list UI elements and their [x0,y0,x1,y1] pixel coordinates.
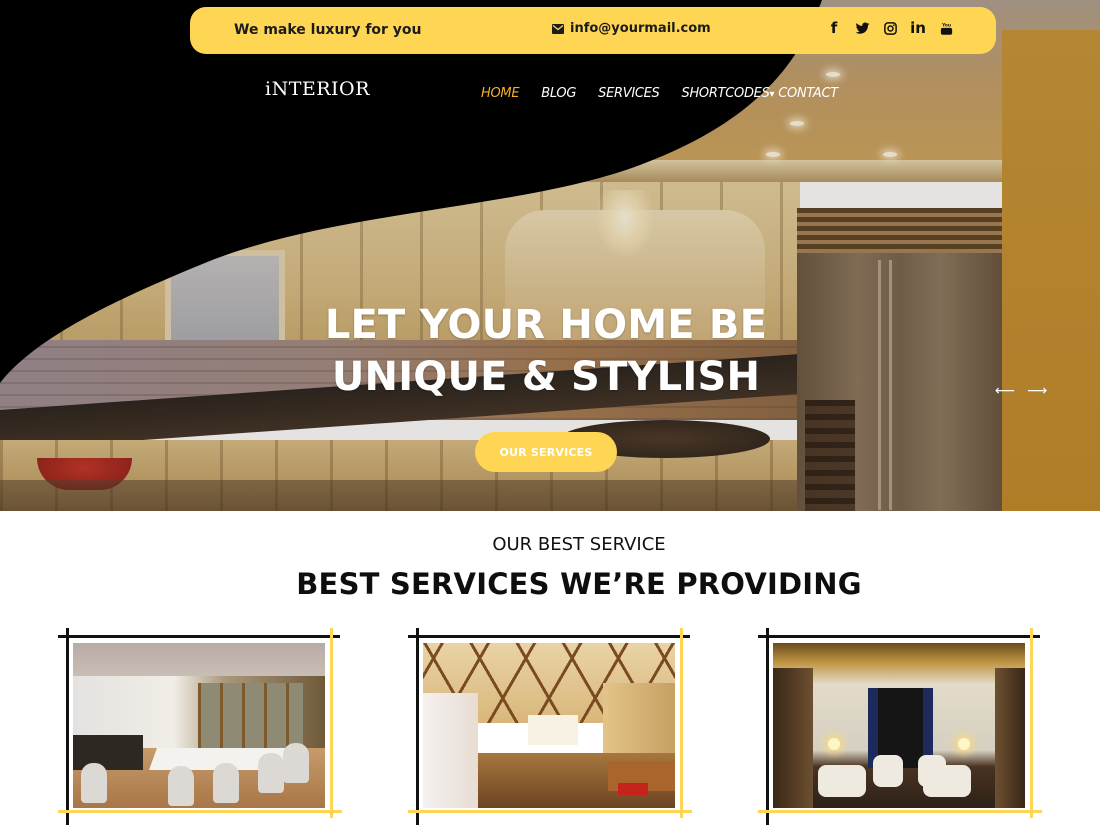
service-card[interactable] [58,625,348,825]
facebook-icon[interactable]: f [826,18,842,38]
email-link[interactable]: info@yourmail.com [570,21,711,36]
slider-prev-arrow-icon[interactable]: ⟵ [995,384,1015,398]
linkedin-icon[interactable]: in [910,18,926,38]
our-services-button[interactable]: OUR SERVICES [475,432,617,472]
site-logo[interactable]: iNTERIOR [265,78,370,100]
nav-home[interactable]: HOME [481,86,520,101]
hero-title-line1: LET YOUR HOME BE [324,302,768,348]
frame-line [1030,628,1033,818]
frame-line [758,635,1040,638]
service-card[interactable] [408,625,698,825]
nav-contact[interactable]: CONTACT [778,86,838,101]
coffered-ceiling-hall-photo [423,643,675,808]
services-subtitle: OUR BEST SERVICE [492,534,666,555]
hero-section: LET YOUR HOME BE UNIQUE & STYLISH OUR SE… [0,0,1100,511]
nav-blog[interactable]: BLOG [541,86,576,101]
email-contact[interactable]: info@yourmail.com [552,21,711,36]
main-nav: HOME BLOG SERVICES SHORTCODES▾ CONTACT [481,86,860,101]
frame-line [408,635,690,638]
youtube-icon[interactable]: You [938,18,954,38]
frame-line [66,628,69,825]
hero-title-line2: UNIQUE & STYLISH [331,354,761,400]
slider-arrows: ⟵ ⟶ [995,384,1047,398]
frame-line [58,635,340,638]
service-card[interactable] [758,625,1048,825]
frame-line [330,628,333,818]
envelope-icon [552,23,564,34]
services-title: BEST SERVICES WE’RE PROVIDING [296,567,862,601]
hero-title: LET YOUR HOME BE UNIQUE & STYLISH [250,299,842,403]
frame-line [416,628,419,825]
nav-services[interactable]: SERVICES [598,86,660,101]
frame-line [680,628,683,818]
classic-living-room-photo [773,643,1025,808]
twitter-icon[interactable] [854,18,870,38]
tagline: We make luxury for you [234,22,422,38]
frame-line [58,810,342,813]
nav-shortcodes[interactable]: SHORTCODES▾ [682,86,775,101]
frame-line [766,628,769,825]
svg-text:You: You [941,22,951,28]
frame-line [408,810,692,813]
dropdown-caret-icon: ▾ [769,89,775,100]
frame-line [758,810,1042,813]
top-info-bar: We make luxury for you info@yourmail.com… [190,7,996,54]
instagram-icon[interactable] [882,18,898,38]
slider-next-arrow-icon[interactable]: ⟶ [1027,384,1047,398]
modern-dining-room-photo [73,643,325,808]
social-links: f in You [826,18,954,38]
nav-shortcodes-label: SHORTCODES [681,86,770,101]
